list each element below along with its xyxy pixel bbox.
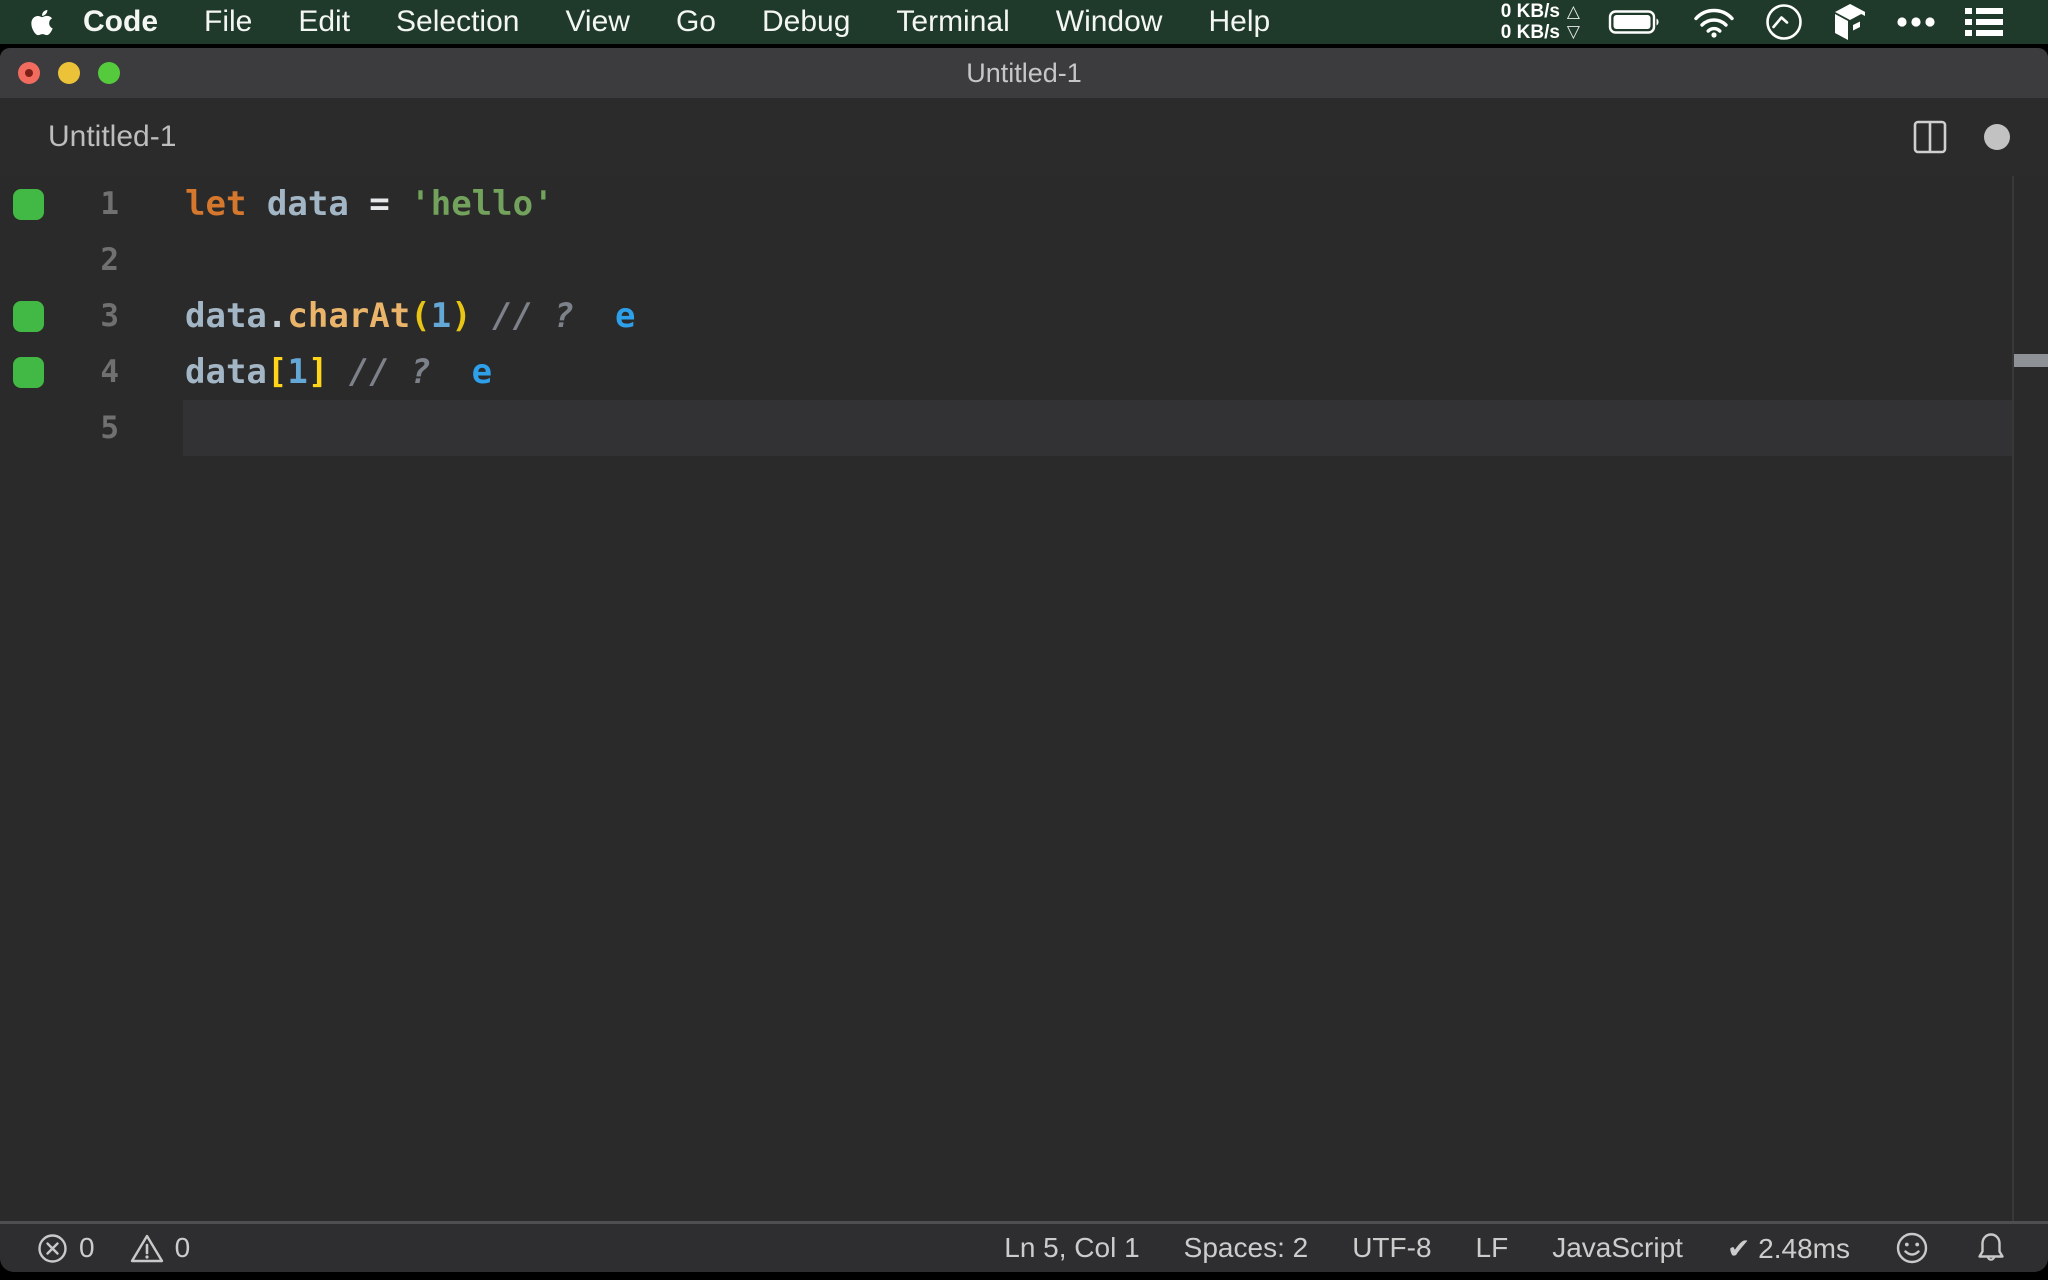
window-title: Untitled-1 <box>966 57 1082 88</box>
error-circle-icon <box>36 1232 69 1265</box>
line-number: 3 <box>100 298 119 334</box>
status-item[interactable]: Spaces: 2 <box>1184 1232 1309 1264</box>
menu-item-debug[interactable]: Debug <box>739 5 873 39</box>
menu-bar-status-area: 0 KB/s 0 KB/s △ ▽ <box>1501 0 2048 44</box>
split-editor-icon[interactable] <box>1912 119 1948 155</box>
macos-menu-bar: Code File Edit Selection View Go Debug Terminal… <box>0 0 2048 44</box>
menu-item-file[interactable]: File <box>181 5 275 39</box>
gutter-marker-cell <box>0 188 75 220</box>
tab-actions <box>1912 119 2048 155</box>
tab-untitled-1[interactable]: Untitled-1 <box>0 120 176 154</box>
gutter-marker-cell <box>0 356 75 388</box>
line-number: 2 <box>100 242 119 278</box>
overview-ruler-divider <box>2012 176 2014 1221</box>
editor-line-1[interactable]: 1 let data = 'hello' <box>0 176 2048 232</box>
menu-item-edit[interactable]: Edit <box>275 5 373 39</box>
line-number: 5 <box>100 410 119 446</box>
status-item[interactable]: JavaScript <box>1552 1232 1683 1264</box>
quokka-coverage-marker-icon <box>13 188 44 220</box>
vscode-window: Untitled-1 Untitled-1 1 let data = 'hello… <box>0 48 2048 1272</box>
menu-item-help[interactable]: Help <box>1185 5 1293 39</box>
window-titlebar[interactable]: Untitled-1 <box>0 48 2048 98</box>
notifications-bell-icon[interactable] <box>1974 1230 2008 1266</box>
overview-ruler-mark <box>2014 354 2048 367</box>
wifi-icon[interactable] <box>1692 6 1736 38</box>
editor-line-3[interactable]: 3 data.charAt(1) // ? e <box>0 288 2048 344</box>
menu-items: Code File Edit Selection View Go Debug Terminal… <box>60 5 1293 39</box>
menu-item-go[interactable]: Go <box>653 5 739 39</box>
editor-lines: 1 let data = 'hello' 2 3 data.charAt(1) // ?… <box>0 176 2048 456</box>
feedback-smiley-icon[interactable] <box>1894 1230 1930 1266</box>
gauge-icon[interactable] <box>1764 2 1804 42</box>
menu-item-code[interactable]: Code <box>60 5 181 39</box>
upload-triangle-icon: △ <box>1566 2 1580 22</box>
code-text: data.charAt(1) // ? e <box>185 296 636 336</box>
download-speed: 0 KB/s <box>1500 22 1560 43</box>
menu-item-selection[interactable]: Selection <box>373 5 542 39</box>
line-number: 4 <box>100 354 119 390</box>
editor-line-4[interactable]: 4 data[1] // ? e <box>0 344 2048 400</box>
status-item[interactable]: LF <box>1476 1232 1509 1264</box>
status-item[interactable]: ✔ 2.48ms <box>1727 1232 1850 1265</box>
upload-speed: 0 KB/s <box>1500 1 1560 22</box>
apple-menu-icon[interactable] <box>30 8 54 37</box>
warning-triangle-icon <box>129 1232 165 1265</box>
code-editor[interactable]: 1 let data = 'hello' 2 3 data.charAt(1) // ?… <box>0 176 2048 1221</box>
cube-icon[interactable] <box>1832 3 1868 41</box>
editor-tab-bar: Untitled-1 <box>0 98 2048 176</box>
network-speed-indicator[interactable]: 0 KB/s 0 KB/s △ ▽ <box>1501 1 1580 43</box>
line-number: 1 <box>100 186 119 222</box>
menu-bar-left: Code File Edit Selection View Go Debug Terminal… <box>0 0 1293 44</box>
menu-item-view[interactable]: View <box>542 5 652 39</box>
quokka-coverage-marker-icon <box>13 356 44 388</box>
warning-count: 0 <box>174 1232 191 1263</box>
download-triangle-icon: ▽ <box>1566 22 1580 42</box>
menu-item-terminal[interactable]: Terminal <box>873 5 1032 39</box>
gutter-marker-cell <box>0 300 75 332</box>
ellipsis-icon[interactable] <box>1896 16 1936 28</box>
status-item[interactable]: Ln 5, Col 1 <box>1004 1232 1139 1264</box>
battery-icon[interactable] <box>1608 8 1664 36</box>
list-icon[interactable] <box>1964 7 2004 37</box>
unsaved-changes-dot[interactable] <box>1984 124 2010 150</box>
problems-indicator[interactable]: 0 0 <box>36 1232 190 1265</box>
quokka-coverage-marker-icon <box>13 300 44 332</box>
status-item[interactable]: UTF-8 <box>1352 1232 1431 1264</box>
editor-line-5[interactable]: 5 <box>0 400 2048 456</box>
code-text: data[1] // ? e <box>185 352 493 392</box>
status-bar: 0 0 Ln 5, Col 1 Spaces: 2 UTF-8 LF JavaScrip… <box>0 1221 2048 1272</box>
editor-line-2[interactable]: 2 <box>0 232 2048 288</box>
menu-item-window[interactable]: Window <box>1033 5 1186 39</box>
code-text: let data = 'hello' <box>185 184 554 224</box>
error-count: 0 <box>79 1232 95 1263</box>
status-bar-right: Ln 5, Col 1 Spaces: 2 UTF-8 LF JavaScript ✔ 2… <box>1004 1230 2008 1266</box>
